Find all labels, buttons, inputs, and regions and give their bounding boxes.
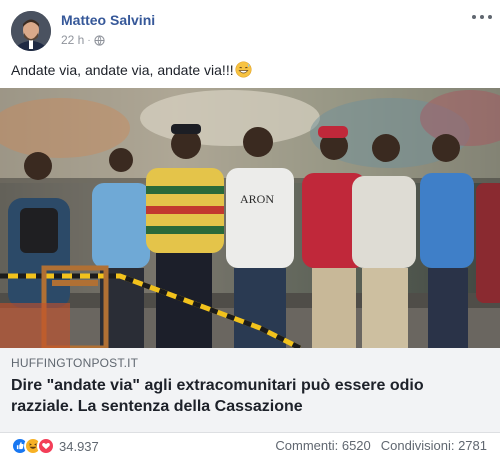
post-stats: Commenti: 6520 Condivisioni: 2781 <box>275 438 487 453</box>
shirt-text: ARON <box>240 192 274 206</box>
more-dot <box>488 15 492 19</box>
link-preview-text[interactable]: HUFFINGTONPOST.IT Dire "andate via" agli… <box>0 348 500 433</box>
love-icon <box>37 437 55 455</box>
reactions-summary[interactable]: 34.937 <box>11 436 99 456</box>
crowd-photo: ARON <box>0 88 500 348</box>
post-time[interactable]: 22 h <box>61 33 84 47</box>
link-preview-image[interactable]: ARON <box>0 88 500 348</box>
post-message-text: Andate via, andate via, andate via!!! <box>11 61 234 78</box>
more-dot <box>472 15 476 19</box>
comments-count[interactable]: Commenti: 6520 <box>275 438 370 453</box>
more-options-button[interactable] <box>472 10 492 24</box>
post-message: Andate via, andate via, andate via!!! <box>11 61 252 78</box>
globe-icon[interactable] <box>94 34 105 46</box>
author-avatar[interactable] <box>11 11 51 51</box>
author-name[interactable]: Matteo Salvini <box>61 12 155 28</box>
shares-count[interactable]: Condivisioni: 2781 <box>381 438 487 453</box>
link-domain: HUFFINGTONPOST.IT <box>11 356 139 370</box>
link-title[interactable]: Dire "andate via" agli extracomunitari p… <box>11 375 481 417</box>
more-dot <box>480 15 484 19</box>
grinning-sweat-emoji-icon <box>235 61 252 78</box>
post-meta: 22 h · <box>61 33 105 47</box>
reaction-count: 34.937 <box>59 438 99 454</box>
meta-separator: · <box>87 34 91 46</box>
facebook-post: Matteo Salvini 22 h · Andate via, andate… <box>0 0 500 469</box>
